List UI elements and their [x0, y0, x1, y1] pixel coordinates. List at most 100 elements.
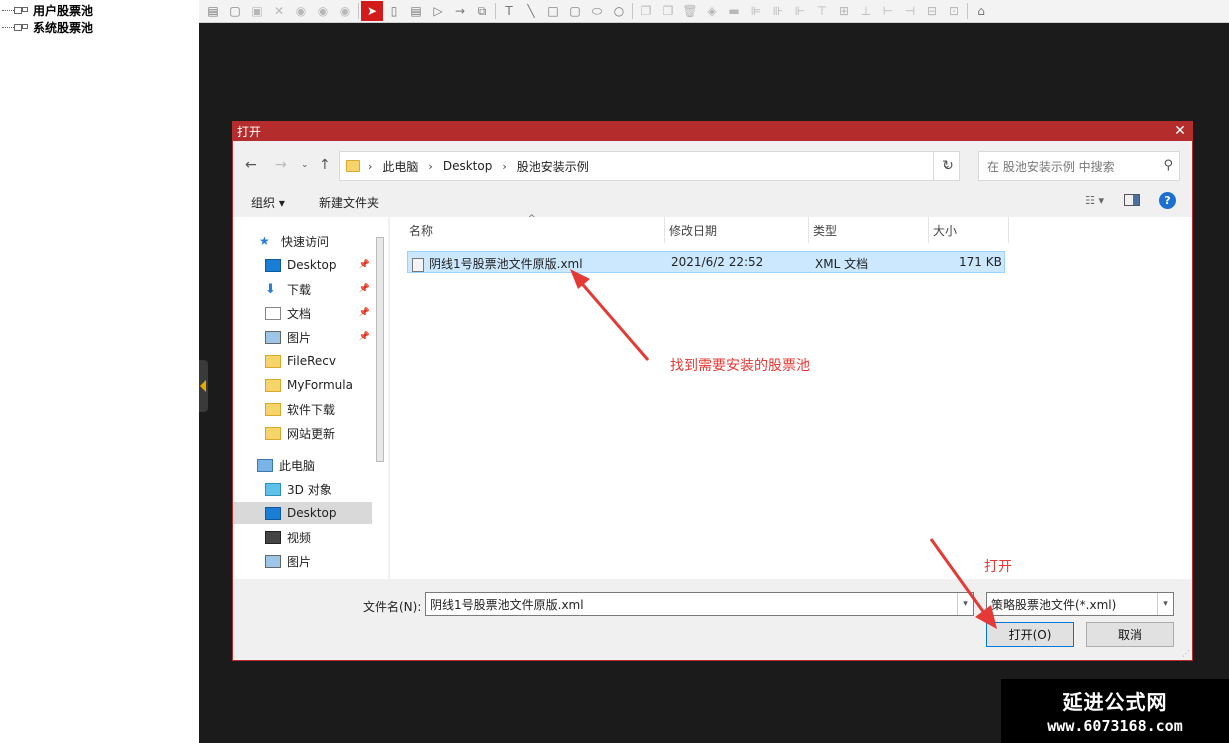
- sidebar-item-3[interactable]: 文档 📌: [233, 302, 372, 324]
- line-icon[interactable]: ╲: [520, 1, 542, 21]
- tree-item-label: 用户股票池: [33, 3, 94, 18]
- table-row[interactable]: 阴线1号股票池文件原版.xml 2021/6/2 22:52 XML 文档 17…: [407, 251, 1005, 273]
- play-icon[interactable]: ◉: [290, 1, 312, 21]
- copy-icon[interactable]: ❐: [635, 1, 657, 21]
- sidebar-item-11[interactable]: Desktop: [233, 502, 372, 524]
- sidebar-item-13[interactable]: 图片: [233, 550, 372, 572]
- sidebar-item-10[interactable]: 3D 对象: [233, 478, 372, 500]
- sidebar-item-12[interactable]: 视频: [233, 526, 372, 548]
- triangle-play-icon[interactable]: ▷: [427, 1, 449, 21]
- back-arrow-icon[interactable]: ←: [245, 157, 257, 173]
- sidebar-item-9[interactable]: 此电脑: [233, 454, 372, 476]
- view-options-icon[interactable]: ☷ ▾: [1085, 194, 1104, 207]
- breadcrumb-current-folder[interactable]: 股池安装示例: [517, 158, 589, 175]
- new-folder-button[interactable]: 新建文件夹: [319, 194, 379, 211]
- copy-format-icon[interactable]: ⧉: [471, 1, 493, 21]
- align-middle-icon[interactable]: ⊞: [833, 1, 855, 21]
- delete-icon[interactable]: ✕: [268, 1, 290, 21]
- cancel-button[interactable]: 取消: [1086, 622, 1174, 647]
- filename-label: 文件名(N):: [363, 600, 422, 614]
- filetype-select[interactable]: 策略股票池文件(*.xml) ▾: [986, 592, 1174, 616]
- sidebar-item-label: Desktop: [287, 258, 337, 272]
- sidebar-item-8[interactable]: 网站更新: [233, 422, 372, 444]
- frame-icon[interactable]: ▢: [224, 1, 246, 21]
- pause-icon[interactable]: ◉: [312, 1, 334, 21]
- group-icon[interactable]: ⌂: [970, 1, 992, 21]
- column-header-type[interactable]: 类型: [809, 217, 929, 243]
- text-icon[interactable]: T: [498, 1, 520, 21]
- fill-icon[interactable]: ◈: [701, 1, 723, 21]
- sidebar-item-0[interactable]: ★ 快速访问: [233, 230, 372, 252]
- search-input[interactable]: 在 股池安装示例 中搜索 ⚲: [978, 151, 1180, 181]
- address-row: ← → ⌄ ↑ › 此电脑 › Desktop › 股池安装示例 ⌄ ↻ 在 股…: [233, 149, 1192, 181]
- align-right-icon[interactable]: ⊩: [789, 1, 811, 21]
- pin-icon[interactable]: 📌: [359, 260, 370, 270]
- circle-icon[interactable]: ○: [608, 1, 630, 21]
- pin-icon[interactable]: 📌: [359, 308, 370, 318]
- help-icon[interactable]: ?: [1159, 192, 1176, 209]
- annotation-open: 打开: [984, 559, 1012, 575]
- sidebar-item-label: 视频: [287, 530, 312, 545]
- xml-file-icon: [412, 257, 424, 272]
- tree-item-user-pool[interactable]: 用户股票池: [0, 2, 93, 18]
- same-width-icon[interactable]: ⊟: [921, 1, 943, 21]
- watermark: 延进公式网 www.6073168.com: [1001, 679, 1229, 743]
- up-arrow-icon[interactable]: ↑: [319, 157, 331, 173]
- hline-icon[interactable]: ▬: [723, 1, 745, 21]
- watermark-url: www.6073168.com: [1047, 717, 1183, 735]
- rounded-square-icon[interactable]: ▢: [564, 1, 586, 21]
- close-icon[interactable]: ✕: [1172, 123, 1188, 139]
- rounded-rect-icon[interactable]: ▯: [383, 1, 405, 21]
- square-icon[interactable]: □: [542, 1, 564, 21]
- align-top-icon[interactable]: ⊤: [811, 1, 833, 21]
- watermark-title: 延进公式网: [1062, 690, 1168, 714]
- align-left-icon[interactable]: ⊫: [745, 1, 767, 21]
- same-height-icon[interactable]: ⊡: [943, 1, 965, 21]
- dist-horizontal-icon[interactable]: ⊢: [877, 1, 899, 21]
- sidebar-item-6[interactable]: MyFormula: [233, 374, 372, 396]
- document-icon[interactable]: ▤: [202, 1, 224, 21]
- nav-scrollbar[interactable]: [376, 237, 384, 462]
- chevron-right-icon[interactable]: ›: [368, 160, 372, 173]
- forward-arrow-icon[interactable]: →: [275, 157, 287, 173]
- sidebar-item-2[interactable]: ⬇ 下载 📌: [233, 278, 372, 300]
- dist-vertical-icon[interactable]: ⊣: [899, 1, 921, 21]
- stop-icon[interactable]: ◉: [334, 1, 356, 21]
- breadcrumb-desktop[interactable]: Desktop: [443, 159, 493, 173]
- address-bar[interactable]: › 此电脑 › Desktop › 股池安装示例 ⌄: [339, 151, 960, 181]
- pin-icon[interactable]: 📌: [359, 284, 370, 294]
- recent-dropdown-icon[interactable]: ⌄: [301, 160, 309, 170]
- align-bottom-icon[interactable]: ⊥: [855, 1, 877, 21]
- tree-item-system-pool[interactable]: 系统股票池: [0, 19, 93, 35]
- panel-splitter-handle[interactable]: [199, 360, 208, 412]
- chevron-right-icon[interactable]: ›: [502, 160, 506, 173]
- ellipse-icon[interactable]: ⬭: [586, 1, 608, 21]
- align-center-icon[interactable]: ⊪: [767, 1, 789, 21]
- chevron-down-icon[interactable]: ▾: [1157, 593, 1173, 615]
- column-header-date[interactable]: 修改日期: [665, 217, 809, 243]
- breadcrumb-this-pc[interactable]: 此电脑: [382, 158, 418, 175]
- sidebar-item-5[interactable]: FileRecv: [233, 350, 372, 372]
- sidebar-item-7[interactable]: 软件下载: [233, 398, 372, 420]
- column-header-size[interactable]: 大小: [929, 217, 1009, 243]
- pointer-icon[interactable]: ➤: [361, 1, 383, 21]
- note-icon[interactable]: ▤: [405, 1, 427, 21]
- sidebar-item-1[interactable]: Desktop 📌: [233, 254, 372, 276]
- refresh-icon[interactable]: ↻: [933, 152, 962, 180]
- paste-icon[interactable]: ❐: [657, 1, 679, 21]
- trash-icon[interactable]: 🗑: [679, 1, 701, 21]
- filename-input[interactable]: 阴线1号股票池文件原版.xml ▾: [425, 592, 974, 616]
- arrow-icon[interactable]: →: [449, 1, 471, 21]
- save-icon[interactable]: ▣: [246, 1, 268, 21]
- toolbar-divider: [495, 3, 496, 19]
- resize-grip-icon[interactable]: ⋰: [1182, 649, 1190, 658]
- preview-pane-icon[interactable]: [1124, 194, 1140, 206]
- pin-icon[interactable]: 📌: [359, 332, 370, 342]
- column-header-name[interactable]: 名称: [405, 217, 665, 243]
- dialog-titlebar[interactable]: 打开 ✕: [233, 122, 1192, 141]
- sidebar-item-4[interactable]: 图片 📌: [233, 326, 372, 348]
- chevron-right-icon[interactable]: ›: [428, 160, 432, 173]
- sidebar-item-label: 图片: [287, 330, 312, 345]
- organize-button[interactable]: 组织 ▾: [251, 194, 285, 211]
- sidebar-item-label: 软件下载: [287, 402, 336, 417]
